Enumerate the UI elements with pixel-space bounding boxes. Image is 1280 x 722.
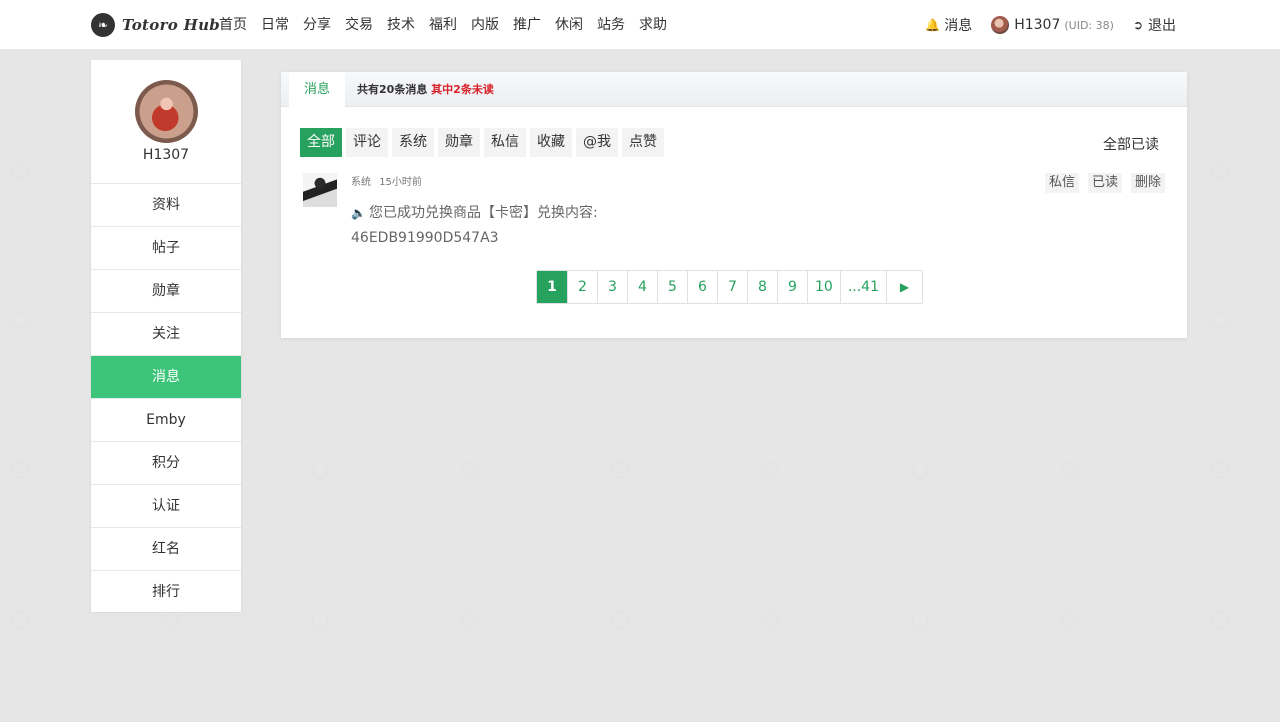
profile-card: H1307 xyxy=(91,60,241,184)
logo-icon: ❧ xyxy=(91,13,115,37)
summary-total: 共有20条消息 xyxy=(357,83,428,96)
user-menu[interactable]: H1307 (UID: 38) xyxy=(991,16,1114,34)
avatar xyxy=(991,16,1010,34)
page-last[interactable]: ...41 xyxy=(839,271,886,303)
logout-icon: ➲ xyxy=(1132,18,1143,32)
sidebar-item-medals[interactable]: 勋章 xyxy=(91,270,241,313)
profile-username: H1307 xyxy=(142,147,190,163)
message-type: 系统 xyxy=(351,177,371,188)
page-4[interactable]: 4 xyxy=(627,271,657,303)
message-summary: 共有20条消息 其中2条未读 xyxy=(357,81,494,97)
nav-item-promo[interactable]: 推广 xyxy=(506,0,548,50)
filter-favorites[interactable]: 收藏 xyxy=(530,128,572,157)
nav-item-daily[interactable]: 日常 xyxy=(254,0,296,50)
sidebar-item-redname[interactable]: 红名 xyxy=(91,528,241,571)
page-5[interactable]: 5 xyxy=(657,271,687,303)
play-icon: ▶ xyxy=(899,280,910,294)
message-meta: 系统 15小时前 xyxy=(351,173,422,188)
sidebar-item-posts[interactable]: 帖子 xyxy=(91,227,241,270)
nav-item-leisure[interactable]: 休闲 xyxy=(548,0,590,50)
user-sidebar: H1307 资料 帖子 勋章 关注 消息 Emby 积分 认证 红名 排行 xyxy=(91,60,241,614)
filter-likes[interactable]: 点赞 xyxy=(622,128,664,157)
message-filters: 全部 评论 系统 勋章 私信 收藏 @我 点赞 xyxy=(300,128,668,157)
page-10[interactable]: 10 xyxy=(807,271,840,303)
nav-item-share[interactable]: 分享 xyxy=(296,0,338,50)
message-text: 您已成功兑换商品【卡密】兑换内容: xyxy=(368,205,598,221)
logo-text: Totoro Hub xyxy=(122,16,221,34)
summary-unread: 其中2条未读 xyxy=(431,83,494,96)
next-page-button[interactable]: ▶ xyxy=(886,271,922,303)
filter-mentions[interactable]: @我 xyxy=(576,128,618,157)
sidebar-menu: 资料 帖子 勋章 关注 消息 Emby 积分 认证 红名 排行 xyxy=(91,184,241,614)
sidebar-item-ranking[interactable]: 排行 xyxy=(91,571,241,614)
main-nav: 首页 日常 分享 交易 技术 福利 内版 推广 休闲 站务 求助 xyxy=(212,0,674,50)
bell-icon: 🔔 xyxy=(925,18,941,32)
user-uid: (UID: 38) xyxy=(1064,18,1114,32)
tab-messages[interactable]: 消息 xyxy=(289,71,346,107)
message-actions: 私信 已读 删除 xyxy=(1036,173,1165,193)
nav-item-site[interactable]: 站务 xyxy=(590,0,632,50)
sidebar-item-profile[interactable]: 资料 xyxy=(91,184,241,227)
logout-label: 退出 xyxy=(1148,18,1176,34)
top-navbar: ❧ Totoro Hub 首页 日常 分享 交易 技术 福利 内版 推广 休闲 … xyxy=(0,0,1280,50)
logout-link[interactable]: ➲ 退出 xyxy=(1133,15,1176,35)
filter-medals[interactable]: 勋章 xyxy=(438,128,480,157)
message-body: 🔈 您已成功兑换商品【卡密】兑换内容: 46EDB91990D547A3 xyxy=(351,201,1051,251)
sidebar-item-follow[interactable]: 关注 xyxy=(91,313,241,356)
mark-all-read-button[interactable]: 全部已读 xyxy=(1103,134,1159,154)
messages-link[interactable]: 🔔 消息 xyxy=(925,15,972,35)
nav-item-help[interactable]: 求助 xyxy=(632,0,674,50)
user-nav: 🔔 消息 H1307 (UID: 38) ➲ 退出 xyxy=(906,0,1176,50)
mark-read-button[interactable]: 已读 xyxy=(1087,173,1122,193)
panel-header: 消息 共有20条消息 其中2条未读 xyxy=(281,71,1187,107)
messages-label: 消息 xyxy=(944,18,973,34)
page-7[interactable]: 7 xyxy=(717,271,747,303)
page-8[interactable]: 8 xyxy=(747,271,777,303)
messages-panel: 消息 共有20条消息 其中2条未读 全部 评论 系统 勋章 私信 收藏 @我 点… xyxy=(281,71,1187,338)
nav-item-internal[interactable]: 内版 xyxy=(464,0,506,50)
sender-avatar[interactable] xyxy=(303,173,337,207)
page-2[interactable]: 2 xyxy=(567,271,597,303)
filter-system[interactable]: 系统 xyxy=(392,128,434,157)
filter-private[interactable]: 私信 xyxy=(484,128,526,157)
page-1[interactable]: 1 xyxy=(537,271,567,303)
profile-avatar[interactable] xyxy=(134,80,198,143)
nav-item-tech[interactable]: 技术 xyxy=(380,0,422,50)
private-message-button[interactable]: 私信 xyxy=(1044,173,1079,193)
nav-item-welfare[interactable]: 福利 xyxy=(422,0,464,50)
sidebar-item-points[interactable]: 积分 xyxy=(91,442,241,485)
page-6[interactable]: 6 xyxy=(687,271,717,303)
speaker-icon: 🔈 xyxy=(351,206,366,220)
filter-comments[interactable]: 评论 xyxy=(346,128,388,157)
nav-item-trade[interactable]: 交易 xyxy=(338,0,380,50)
nav-item-home[interactable]: 首页 xyxy=(212,0,254,50)
sidebar-item-messages[interactable]: 消息 xyxy=(91,356,241,399)
redeem-code: 46EDB91990D547A3 xyxy=(351,230,499,246)
page-9[interactable]: 9 xyxy=(777,271,807,303)
message-time: 15小时前 xyxy=(379,177,422,188)
page-3[interactable]: 3 xyxy=(597,271,627,303)
site-logo[interactable]: ❧ Totoro Hub xyxy=(91,13,220,37)
username: H1307 xyxy=(1014,17,1061,33)
sidebar-item-verify[interactable]: 认证 xyxy=(91,485,241,528)
filter-all[interactable]: 全部 xyxy=(300,128,342,157)
sidebar-item-emby[interactable]: Emby xyxy=(91,399,241,442)
delete-button[interactable]: 删除 xyxy=(1130,173,1165,193)
pagination: 1 2 3 4 5 6 7 8 9 10 ...41 ▶ xyxy=(536,270,923,304)
